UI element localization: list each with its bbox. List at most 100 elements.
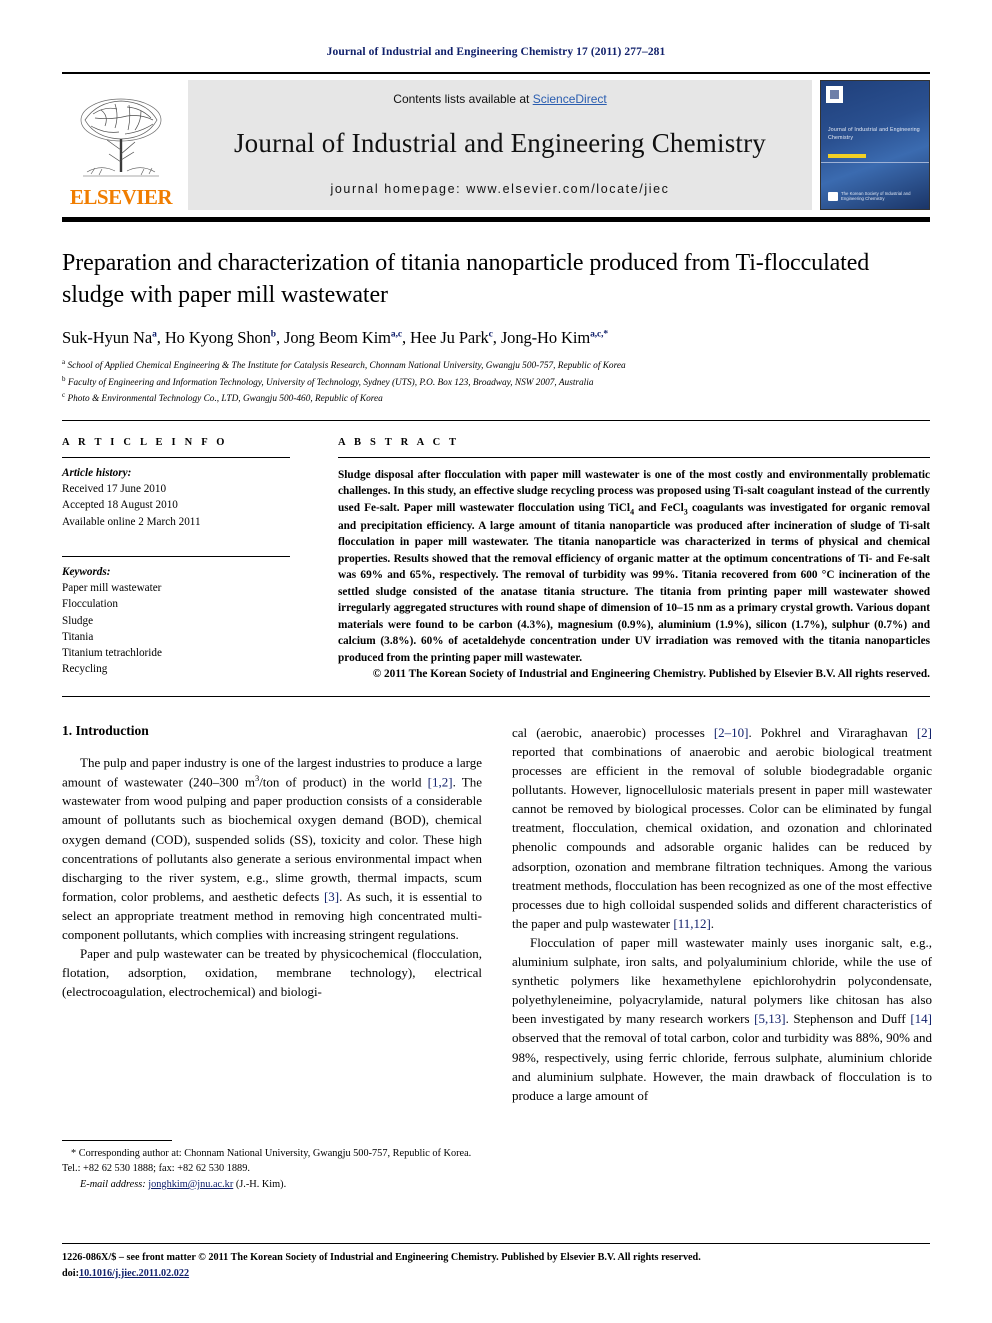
author-affil-mark: c: [488, 329, 493, 340]
affiliation-mark: c: [62, 390, 66, 399]
bottom-matter: 1226-086X/$ – see front matter © 2011 Th…: [62, 1243, 930, 1281]
affiliation-text: School of Applied Chemical Engineering &…: [67, 361, 626, 372]
cover-title-text: Journal of Industrial and Engineering Ch…: [828, 127, 920, 141]
article-page: Journal of Industrial and Engineering Ch…: [0, 0, 992, 1323]
keyword-item: Flocculation: [62, 598, 118, 611]
journal-masthead: ELSEVIER Contents lists available at Sci…: [62, 80, 930, 210]
footnote-rule: [62, 1140, 172, 1141]
abstract-column: A B S T R A C T Sludge disposal after fl…: [312, 437, 930, 683]
keyword-item: Sludge: [62, 614, 94, 627]
elsevier-logo: ELSEVIER: [62, 80, 180, 210]
cover-accent-bar: [828, 154, 866, 158]
author-affil-mark: a,c,*: [590, 329, 609, 340]
author-affil-mark: a: [152, 329, 157, 340]
affiliation-item: a School of Applied Chemical Engineering…: [62, 357, 930, 373]
abstract-heading: A B S T R A C T: [338, 437, 460, 448]
email-suffix: (J.-H. Kim).: [235, 1178, 287, 1190]
author-affil-mark: a,c: [390, 329, 402, 340]
author-name: Hee Ju Park: [410, 328, 489, 348]
author-name: Ho Kyong Shon: [164, 328, 271, 348]
author-name: Jong Beom Kim: [284, 328, 391, 348]
body-columns: 1. Introduction The pulp and paper indus…: [62, 723, 932, 1105]
citation-ref[interactable]: [11,12]: [673, 916, 710, 931]
affiliation-mark: a: [62, 358, 66, 367]
article-history-group: Article history: Received 17 June 2010 A…: [62, 458, 290, 530]
keywords-label: Keywords:: [62, 565, 111, 578]
email-link[interactable]: jonghkim@jnu.ac.kr: [148, 1179, 233, 1190]
doi-label: doi:: [62, 1267, 79, 1279]
sciencedirect-link[interactable]: ScienceDirect: [533, 92, 607, 106]
keyword-item: Paper mill wastewater: [62, 582, 162, 595]
affiliation-mark: b: [62, 374, 66, 383]
author-item: Ho Kyong Shonb: [165, 328, 276, 347]
abstract-part-3: coagulants was investigated for organic …: [338, 501, 930, 664]
journal-cover-thumbnail: Journal of Industrial and Engineering Ch…: [820, 80, 930, 210]
title-block: Preparation and characterization of tita…: [62, 248, 930, 406]
info-abstract-section: A R T I C L E I N F O Article history: R…: [62, 437, 930, 683]
affiliation-list: a School of Applied Chemical Engineering…: [62, 357, 930, 406]
citation-ref[interactable]: [2–10]: [714, 725, 749, 740]
footnote-block: * Corresponding author at: Chonnam Natio…: [62, 1140, 482, 1192]
cover-footer: The Korean Society of Industrial and Eng…: [828, 191, 922, 202]
keyword-item: Titania: [62, 630, 94, 643]
affiliation-item: b Faculty of Engineering and Information…: [62, 374, 930, 390]
abstract-copyright: © 2011 The Korean Society of Industrial …: [372, 668, 930, 681]
affiliation-item: c Photo & Environmental Technology Co., …: [62, 390, 930, 406]
article-history-label: Article history:: [62, 467, 132, 479]
author-name: Jong-Ho Kim: [500, 328, 591, 348]
article-info-column: A R T I C L E I N F O Article history: R…: [62, 437, 312, 683]
citation-ref[interactable]: [2]: [917, 725, 932, 740]
email-label: E-mail address:: [80, 1178, 146, 1190]
author-list: Suk-Hyun Naa, Ho Kyong Shonb, Jong Beom …: [62, 328, 609, 348]
abstract-bottom-rule: [62, 695, 930, 697]
section-heading-introduction: 1. Introduction: [62, 722, 149, 738]
body-column-left: 1. Introduction The pulp and paper indus…: [62, 723, 482, 1105]
bottom-rule: [62, 1243, 930, 1245]
affiliation-text: Faculty of Engineering and Information T…: [67, 377, 594, 388]
author-affil-mark: b: [270, 329, 276, 340]
doi-line: doi:10.1016/j.jiec.2011.02.022: [62, 1266, 930, 1281]
keywords-group: Keywords: Paper mill wastewater Floccula…: [62, 557, 290, 678]
cover-society-text: The Korean Society of Industrial and Eng…: [841, 190, 911, 202]
elsevier-wordmark: ELSEVIER: [69, 185, 173, 209]
cover-society-logo-icon: [828, 191, 838, 201]
author-item: Hee Ju Parkc: [410, 328, 493, 347]
doi-link[interactable]: 10.1016/j.jiec.2011.02.022: [79, 1268, 189, 1279]
author-name: Suk-Hyun Na: [62, 328, 153, 348]
author-item: Suk-Hyun Naa: [62, 328, 157, 347]
history-item: Received 17 June 2010: [62, 483, 167, 496]
masthead-bottom-rule: [62, 217, 930, 222]
body-column-right: cal (aerobic, anaerobic) processes [2–10…: [512, 723, 932, 1105]
article-info-heading: A R T I C L E I N F O: [62, 437, 228, 448]
masthead-center: Contents lists available at ScienceDirec…: [188, 80, 812, 210]
page-title: Preparation and characterization of tita…: [62, 250, 870, 308]
abstract-text: Sludge disposal after flocculation with …: [338, 458, 930, 666]
cover-logo-mark: [826, 86, 843, 103]
keyword-item: Titanium tetrachloride: [62, 647, 162, 660]
abstract-part-2: and FeCl: [634, 501, 684, 514]
corresponding-author-note: * Corresponding author at: Chonnam Natio…: [62, 1148, 472, 1175]
citation-ref[interactable]: [5,13]: [754, 1011, 785, 1026]
masthead-top-rule: [62, 72, 930, 74]
paragraph: cal (aerobic, anaerobic) processes [2–10…: [512, 724, 932, 931]
contents-prefix: Contents lists available at: [393, 92, 533, 106]
issn-copyright-line: 1226-086X/$ – see front matter © 2011 Th…: [62, 1252, 701, 1264]
running-head: Journal of Industrial and Engineering Ch…: [326, 46, 666, 58]
elsevier-tree-icon: [80, 98, 162, 177]
cover-divider: [821, 162, 929, 163]
keyword-item: Recycling: [62, 663, 108, 676]
paragraph: Paper and pulp wastewater can be treated…: [62, 946, 482, 1000]
paragraph: The pulp and paper industry is one of th…: [62, 754, 482, 943]
citation-ref[interactable]: [14]: [910, 1011, 932, 1026]
title-bottom-rule: [62, 420, 930, 421]
journal-title: Journal of Industrial and Engineering Ch…: [233, 128, 767, 159]
history-item: Available online 2 March 2011: [62, 515, 201, 528]
paragraph: Flocculation of paper mill wastewater ma…: [512, 934, 932, 1103]
email-note: E-mail address: jonghkim@jnu.ac.kr (J.-H…: [62, 1177, 482, 1192]
author-item: Jong-Ho Kima,c,*: [501, 328, 608, 347]
author-item: Jong Beom Kima,c: [284, 328, 402, 347]
citation-ref[interactable]: [1,2]: [428, 774, 453, 789]
contents-available-line: Contents lists available at ScienceDirec…: [393, 92, 606, 106]
citation-ref[interactable]: [3]: [324, 889, 339, 904]
